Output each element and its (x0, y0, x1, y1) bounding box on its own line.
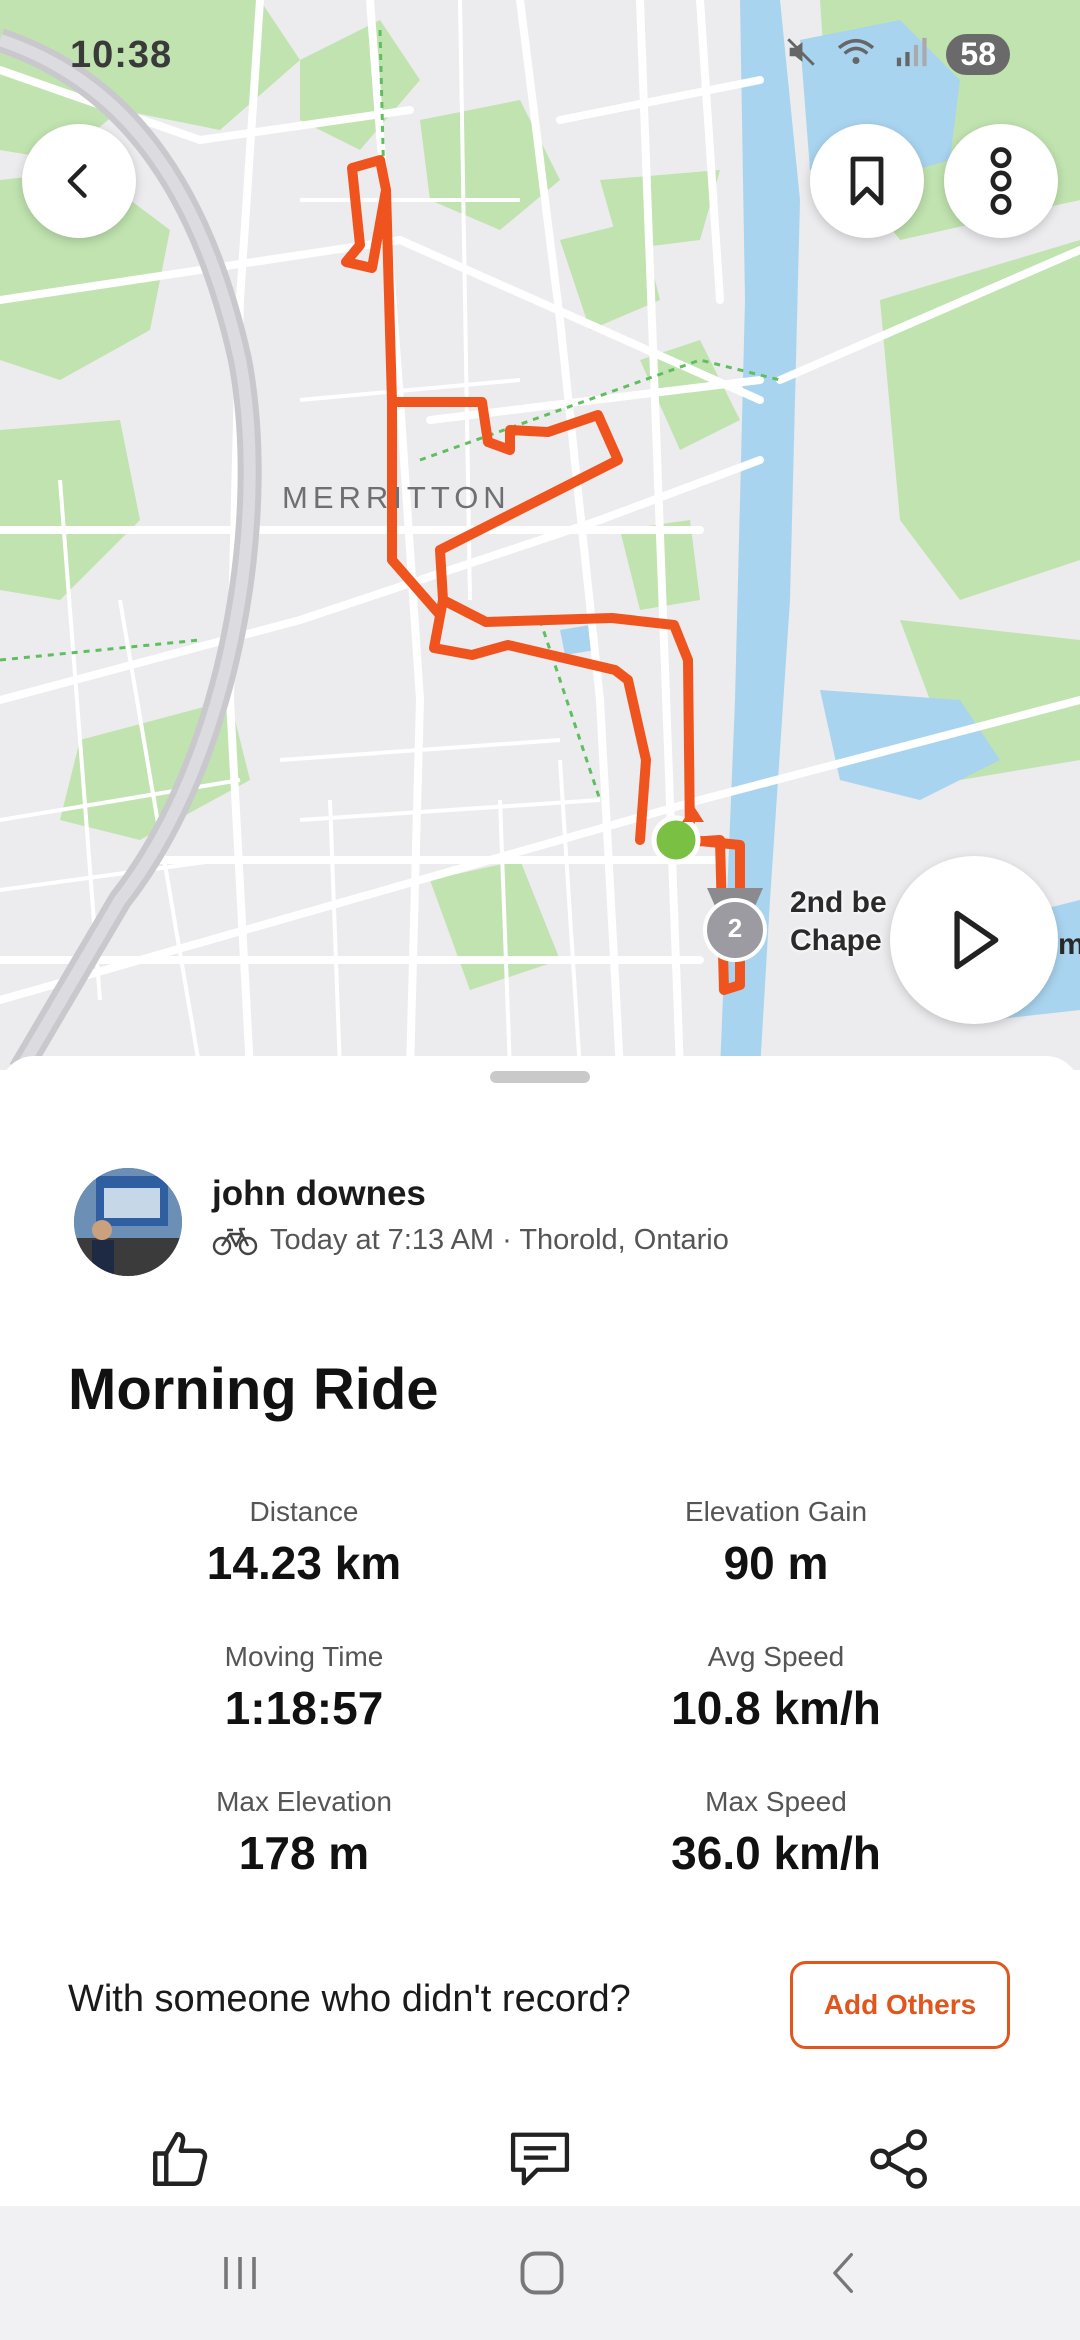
comment-button[interactable] (490, 2114, 590, 2204)
nav-back-button[interactable] (784, 2206, 904, 2340)
bookmark-icon (850, 156, 884, 206)
activity-sheet: john downes Today at 7:13 AM · Thorold, … (0, 1056, 1080, 2206)
thumbs-up-icon (153, 2132, 208, 2186)
stat-distance: Distance 14.23 km (206, 1496, 402, 1589)
athlete-header[interactable]: john downes Today at 7:13 AM · Thorold, … (74, 1168, 729, 1276)
signal-icon (894, 35, 928, 74)
play-icon (954, 910, 999, 970)
add-others-prompt: With someone who didn't record? (68, 1978, 631, 2020)
stat-moving-time: Moving Time 1:18:57 (224, 1641, 384, 1734)
avatar[interactable] (74, 1168, 182, 1276)
chevron-left-icon (67, 164, 87, 198)
wifi-icon (836, 35, 876, 74)
sheet-drag-handle[interactable] (490, 1071, 590, 1083)
segment-rank: 2 (727, 913, 743, 943)
add-others-button[interactable]: Add Others (790, 1961, 1010, 2049)
share-button[interactable] (850, 2114, 950, 2204)
back-icon (833, 2253, 853, 2293)
activity-meta: Today at 7:13 AM · Thorold, Ontario (270, 1224, 729, 1256)
segment-label-line2: Chape (790, 924, 882, 957)
more-vertical-icon (990, 147, 1012, 215)
stat-avg-speed: Avg Speed 10.8 km/h (671, 1641, 881, 1734)
activity-map[interactable]: 10:38 58 MERRITTON 2nd be Chape m 2 (0, 0, 1080, 1070)
bicycle-icon (212, 1227, 258, 1255)
mute-icon (784, 35, 818, 74)
action-bar (0, 2114, 1080, 2204)
home-icon (520, 2251, 564, 2295)
segment-label[interactable]: 2nd be Chape (790, 884, 887, 960)
kudos-button[interactable] (130, 2114, 230, 2204)
segment-label-cut: m (1058, 928, 1080, 961)
status-time: 10:38 (70, 34, 173, 76)
start-marker (651, 815, 701, 865)
recents-icon (224, 2257, 256, 2289)
battery-indicator: 58 (946, 34, 1010, 75)
bookmark-button[interactable] (810, 124, 924, 238)
stat-max-elevation: Max Elevation 178 m (216, 1786, 392, 1879)
home-button[interactable] (482, 2206, 602, 2340)
athlete-name[interactable]: john downes (212, 1174, 729, 1214)
system-nav-bar (0, 2206, 1080, 2340)
comment-icon (510, 2132, 570, 2186)
share-icon (870, 2129, 927, 2189)
back-button[interactable] (22, 124, 136, 238)
recents-button[interactable] (180, 2206, 300, 2340)
stat-max-speed: Max Speed 36.0 km/h (671, 1786, 881, 1879)
segment-label-line1: 2nd be (790, 886, 887, 919)
activity-title: Morning Ride (68, 1357, 439, 1422)
map-area-label: MERRITTON (282, 480, 511, 515)
status-icons: 58 (784, 34, 1010, 75)
more-options-button[interactable] (944, 124, 1058, 238)
stat-elevation-gain: Elevation Gain 90 m (684, 1496, 868, 1589)
play-flyover-button[interactable] (890, 856, 1058, 1024)
